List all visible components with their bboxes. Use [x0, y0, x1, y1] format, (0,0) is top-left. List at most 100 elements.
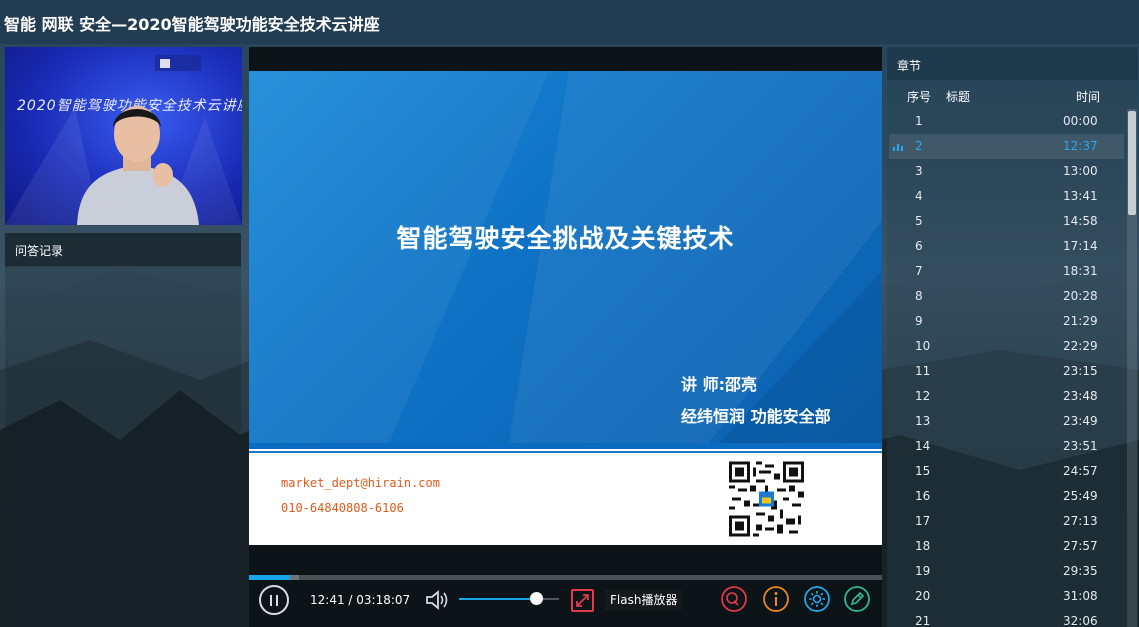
chapter-number: 9 — [915, 314, 923, 328]
slide-presenter: 讲 师:邵亮 — [681, 375, 757, 394]
chapter-row[interactable]: 19 29:35 — [889, 559, 1124, 584]
chapter-time: 20:28 — [1063, 289, 1098, 303]
chapter-number: 10 — [915, 339, 931, 353]
chapter-row[interactable]: 2 12:37 — [889, 134, 1124, 159]
chapters-title: 章节 — [897, 59, 922, 73]
qa-title: 问答记录 — [15, 244, 64, 258]
chapter-row[interactable]: 3 13:00 — [889, 159, 1124, 184]
edit-icon[interactable] — [844, 586, 870, 612]
chapter-time: 13:00 — [1063, 164, 1098, 178]
chapter-row[interactable]: 14 23:51 — [889, 434, 1124, 459]
chapter-time: 29:35 — [1063, 564, 1098, 578]
chapters-panel: 章节 序号 标题 时间 1 00:00 2 12:37 3 13:00 4 13:41 5 14:… — [887, 47, 1138, 627]
chapter-row[interactable]: 7 18:31 — [889, 259, 1124, 284]
chapter-row[interactable]: 12 23:48 — [889, 384, 1124, 409]
chapter-number: 2 — [915, 139, 923, 153]
chapter-row[interactable]: 11 23:15 — [889, 359, 1124, 384]
chapter-number: 16 — [915, 489, 931, 503]
slide-decor — [249, 71, 882, 443]
chapter-time: 17:14 — [1063, 239, 1098, 253]
chapter-time: 00:00 — [1063, 114, 1098, 128]
title-bar: 智能 网联 安全—2020智能驾驶功能安全技术云讲座 — [0, 0, 1139, 44]
chapter-row[interactable]: 4 13:41 — [889, 184, 1124, 209]
chapter-time: 27:57 — [1063, 539, 1098, 553]
chapter-number: 1 — [915, 114, 923, 128]
chapter-number: 13 — [915, 414, 931, 428]
info-icon[interactable] — [763, 586, 789, 612]
settings-icon[interactable] — [804, 586, 830, 612]
chapter-time: 13:41 — [1063, 189, 1098, 203]
slide-blue-area: 智能驾驶安全挑战及关键技术 讲 师:邵亮 经纬恒润 功能安全部 — [249, 71, 882, 443]
slide-stripe-thin — [249, 451, 882, 453]
presentation-slide: 智能驾驶安全挑战及关键技术 讲 师:邵亮 经纬恒润 功能安全部 market_d… — [249, 71, 882, 545]
now-playing-icon — [893, 144, 903, 151]
volume-fill — [459, 598, 536, 600]
volume-slider[interactable] — [459, 592, 559, 605]
chapter-number: 3 — [915, 164, 923, 178]
slide-title: 智能驾驶安全挑战及关键技术 — [396, 224, 735, 253]
chapter-time: 27:13 — [1063, 514, 1098, 528]
chapter-row[interactable]: 8 20:28 — [889, 284, 1124, 309]
col-time-header: 时间 — [1076, 90, 1101, 104]
chapter-time: 25:49 — [1063, 489, 1098, 503]
chapter-number: 11 — [915, 364, 931, 378]
chapter-number: 20 — [915, 589, 931, 603]
chapter-time: 32:06 — [1063, 614, 1098, 627]
chapter-row[interactable]: 9 21:29 — [889, 309, 1124, 334]
chapter-number: 21 — [915, 614, 931, 627]
qa-panel-body[interactable] — [5, 267, 241, 627]
chapter-time: 23:49 — [1063, 414, 1098, 428]
qr-code-icon — [729, 461, 804, 537]
chapter-time: 22:29 — [1063, 339, 1098, 353]
chapter-time: 23:48 — [1063, 389, 1098, 403]
chapter-time: 12:37 — [1063, 139, 1098, 153]
chapter-number: 15 — [915, 464, 931, 478]
flash-player-button[interactable]: Flash播放器 — [605, 590, 683, 610]
chapter-number: 17 — [915, 514, 931, 528]
chapter-number: 12 — [915, 389, 931, 403]
slide-phone: 010-64840808-6106 — [281, 501, 404, 515]
chapter-time: 21:29 — [1063, 314, 1098, 328]
chapter-number: 5 — [915, 214, 923, 228]
chapter-number: 4 — [915, 189, 923, 203]
current-time: 12:41 — [310, 593, 345, 607]
chapter-number: 8 — [915, 289, 923, 303]
chapter-time: 18:31 — [1063, 264, 1098, 278]
chapter-scroll-thumb[interactable] — [1128, 111, 1136, 215]
chapter-number: 6 — [915, 239, 923, 253]
col-index-header: 序号 — [907, 90, 932, 104]
chapter-number: 18 — [915, 539, 931, 553]
chapters-header: 章节 — [887, 47, 1138, 80]
slide-organization: 经纬恒润 功能安全部 — [681, 407, 831, 426]
chapter-time: 23:15 — [1063, 364, 1098, 378]
chapter-row[interactable]: 17 27:13 — [889, 509, 1124, 534]
duration: 03:18:07 — [356, 593, 411, 607]
chapter-number: 14 — [915, 439, 931, 453]
qa-icon[interactable] — [721, 586, 747, 612]
chapter-time: 31:08 — [1063, 589, 1098, 603]
chapter-number: 19 — [915, 564, 931, 578]
volume-knob[interactable] — [530, 592, 543, 605]
chapter-row[interactable]: 18 27:57 — [889, 534, 1124, 559]
chapter-row[interactable]: 6 17:14 — [889, 234, 1124, 259]
chapter-row[interactable]: 20 31:08 — [889, 584, 1124, 609]
chapter-row[interactable]: 16 25:49 — [889, 484, 1124, 509]
speaker-figure — [77, 106, 199, 225]
slide-email: market_dept@hirain.com — [281, 476, 440, 490]
chapter-row[interactable]: 21 32:06 — [889, 609, 1124, 627]
time-readout: 12:41 / 03:18:07 — [310, 593, 410, 607]
pause-button[interactable] — [259, 585, 289, 615]
chapter-row[interactable]: 5 14:58 — [889, 209, 1124, 234]
chapter-time: 24:57 — [1063, 464, 1098, 478]
col-title-header: 标题 — [946, 90, 971, 104]
volume-icon[interactable] — [424, 589, 450, 611]
page-title: 智能 网联 安全—2020智能驾驶功能安全技术云讲座 — [4, 15, 380, 34]
speaker-video[interactable]: 2020智能驾驶功能安全技术云讲座 — [5, 47, 242, 225]
chapter-row[interactable]: 13 23:49 — [889, 409, 1124, 434]
chapter-row[interactable]: 15 24:57 — [889, 459, 1124, 484]
fit-screen-icon[interactable] — [571, 589, 594, 612]
chapter-time: 23:51 — [1063, 439, 1098, 453]
chapter-row[interactable]: 10 22:29 — [889, 334, 1124, 359]
chapter-time: 14:58 — [1063, 214, 1098, 228]
chapter-row[interactable]: 1 00:00 — [889, 109, 1124, 134]
